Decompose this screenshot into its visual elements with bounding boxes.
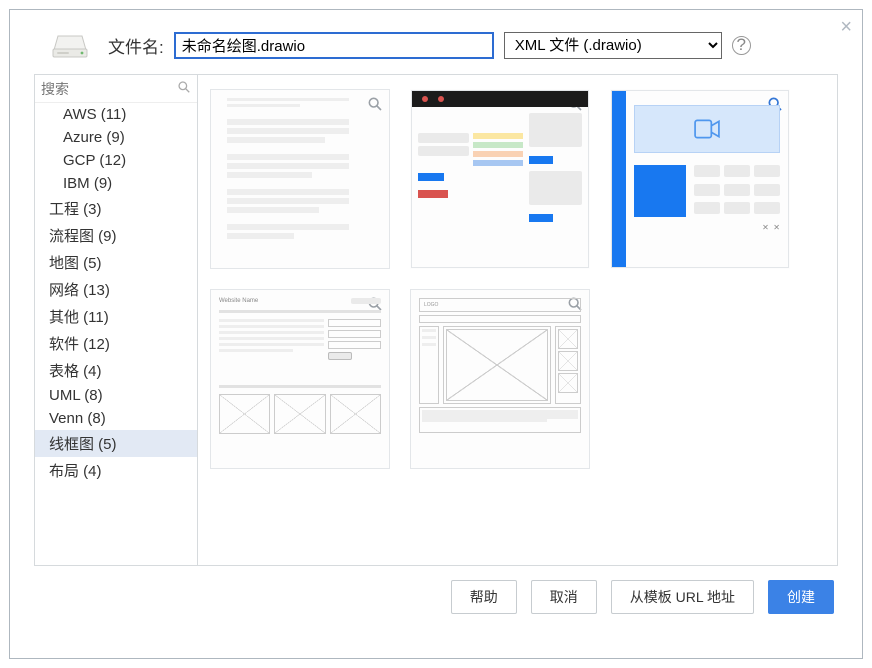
create-button[interactable]: 创建 <box>768 580 834 614</box>
footer: 帮助 取消 从模板 URL 地址 创建 <box>10 566 862 628</box>
sidebar-item[interactable]: Azure (9) <box>35 126 197 149</box>
sidebar-item[interactable]: 网络 (13) <box>35 276 197 303</box>
sidebar-item[interactable]: 线框图 (5) <box>35 430 197 457</box>
from-template-url-button[interactable]: 从模板 URL 地址 <box>611 580 754 614</box>
templates-grid: ✕ ✕ Website Name <box>210 89 825 469</box>
filename-input[interactable] <box>174 32 494 59</box>
sidebar: AWS (11)Azure (9)GCP (12)IBM (9)工程 (3)流程… <box>34 74 198 566</box>
filename-label: 文件名: <box>108 33 164 58</box>
sidebar-item[interactable]: UML (8) <box>35 384 197 407</box>
sidebar-item[interactable]: Venn (8) <box>35 407 197 430</box>
header-row: 文件名: XML 文件 (.drawio) ? <box>10 10 862 74</box>
new-file-dialog: × 文件名: XML 文件 (.drawio) ? AWS (11)Azu <box>9 9 863 659</box>
sidebar-item[interactable]: 流程图 (9) <box>35 222 197 249</box>
filetype-select[interactable]: XML 文件 (.drawio) <box>504 32 722 59</box>
help-button[interactable]: 帮助 <box>451 580 517 614</box>
close-button[interactable]: × <box>840 16 852 39</box>
cancel-button[interactable]: 取消 <box>531 580 597 614</box>
sidebar-item[interactable]: 工程 (3) <box>35 195 197 222</box>
sidebar-item[interactable]: 布局 (4) <box>35 457 197 484</box>
search-row <box>35 75 197 103</box>
template-thumb[interactable] <box>210 89 390 269</box>
sidebar-item[interactable]: IBM (9) <box>35 172 197 195</box>
sidebar-item[interactable]: 表格 (4) <box>35 357 197 384</box>
template-thumb[interactable]: LOGO <box>410 289 590 469</box>
help-icon[interactable]: ? <box>732 36 751 55</box>
template-thumb[interactable] <box>410 89 590 269</box>
magnify-icon[interactable] <box>367 96 383 112</box>
category-tree[interactable]: AWS (11)Azure (9)GCP (12)IBM (9)工程 (3)流程… <box>35 103 197 565</box>
sidebar-item[interactable]: 地图 (5) <box>35 249 197 276</box>
drive-icon <box>50 30 90 60</box>
sidebar-item[interactable]: 软件 (12) <box>35 330 197 357</box>
template-panel: ✕ ✕ Website Name <box>198 74 838 566</box>
sidebar-item[interactable]: AWS (11) <box>35 103 197 126</box>
sidebar-item[interactable]: 其他 (11) <box>35 303 197 330</box>
sidebar-item[interactable]: GCP (12) <box>35 149 197 172</box>
template-thumb[interactable]: ✕ ✕ <box>610 89 790 269</box>
template-thumb[interactable]: Website Name <box>210 289 390 469</box>
body-row: AWS (11)Azure (9)GCP (12)IBM (9)工程 (3)流程… <box>10 74 862 566</box>
